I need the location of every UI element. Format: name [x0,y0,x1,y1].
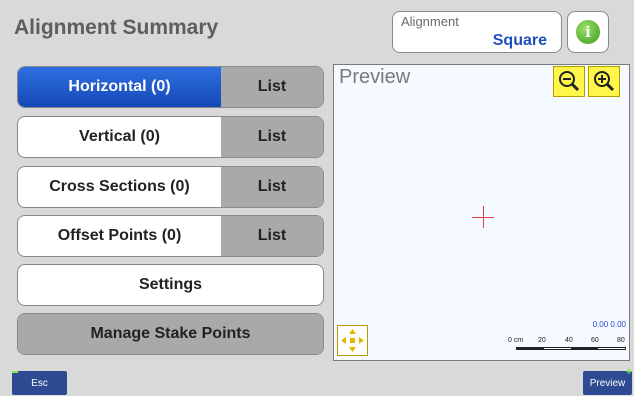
settings-button[interactable]: Settings [18,265,323,305]
pan-arrows-icon [341,329,364,352]
cross-sections-list-button[interactable]: List [221,167,323,207]
scale-label: 80 [617,337,625,344]
horizontal-row: Horizontal (0) List [17,66,324,108]
cross-sections-row: Cross Sections (0) List [17,166,324,208]
offset-points-row: Offset Points (0) List [17,215,324,257]
alignment-selector-label: Alignment [401,14,459,29]
zoom-in-button[interactable] [588,66,620,97]
manage-stake-points-row: Manage Stake Points [17,313,324,355]
pan-button[interactable] [337,325,368,356]
crosshair-vertical [483,206,484,228]
zoom-out-button[interactable] [553,66,585,97]
softkey-indicator [12,371,18,373]
manage-stake-points-button[interactable]: Manage Stake Points [18,314,323,354]
horizontal-list-button[interactable]: List [221,67,323,107]
esc-softkey[interactable]: Esc [12,371,67,395]
scale-label: 0 cm [508,337,524,344]
preview-softkey-label: Preview [589,377,626,389]
settings-row: Settings [17,264,324,306]
zoom-in-icon [594,71,615,92]
vertical-button[interactable]: Vertical (0) [18,117,221,157]
zoom-out-icon [559,71,580,92]
page-title: Alignment Summary [14,16,219,39]
vertical-list-button[interactable]: List [221,117,323,157]
scale-label: 40 [565,337,573,344]
offset-points-button[interactable]: Offset Points (0) [18,216,221,256]
alignment-selector-value: Square [492,32,547,49]
horizontal-button[interactable]: Horizontal (0) [18,67,221,107]
cross-sections-button[interactable]: Cross Sections (0) [18,167,221,207]
scale-label: 60 [591,337,599,344]
preview-title: Preview [339,66,411,88]
alignment-selector[interactable]: Alignment Square [392,11,562,53]
info-icon: i [576,20,600,44]
vertical-row: Vertical (0) List [17,116,324,158]
offset-points-list-button[interactable]: List [221,216,323,256]
plus-icon: + [625,366,632,378]
info-button[interactable]: i [567,11,609,53]
scale-label: 20 [538,337,546,344]
preview-panel[interactable]: Preview 0.00 0.00 0 cm 20 40 60 80 [333,64,630,361]
preview-softkey[interactable]: + Preview [583,367,632,395]
scale-bar [516,347,626,350]
scale-values: 0.00 0.00 [592,320,626,329]
esc-softkey-label: Esc [31,377,48,389]
